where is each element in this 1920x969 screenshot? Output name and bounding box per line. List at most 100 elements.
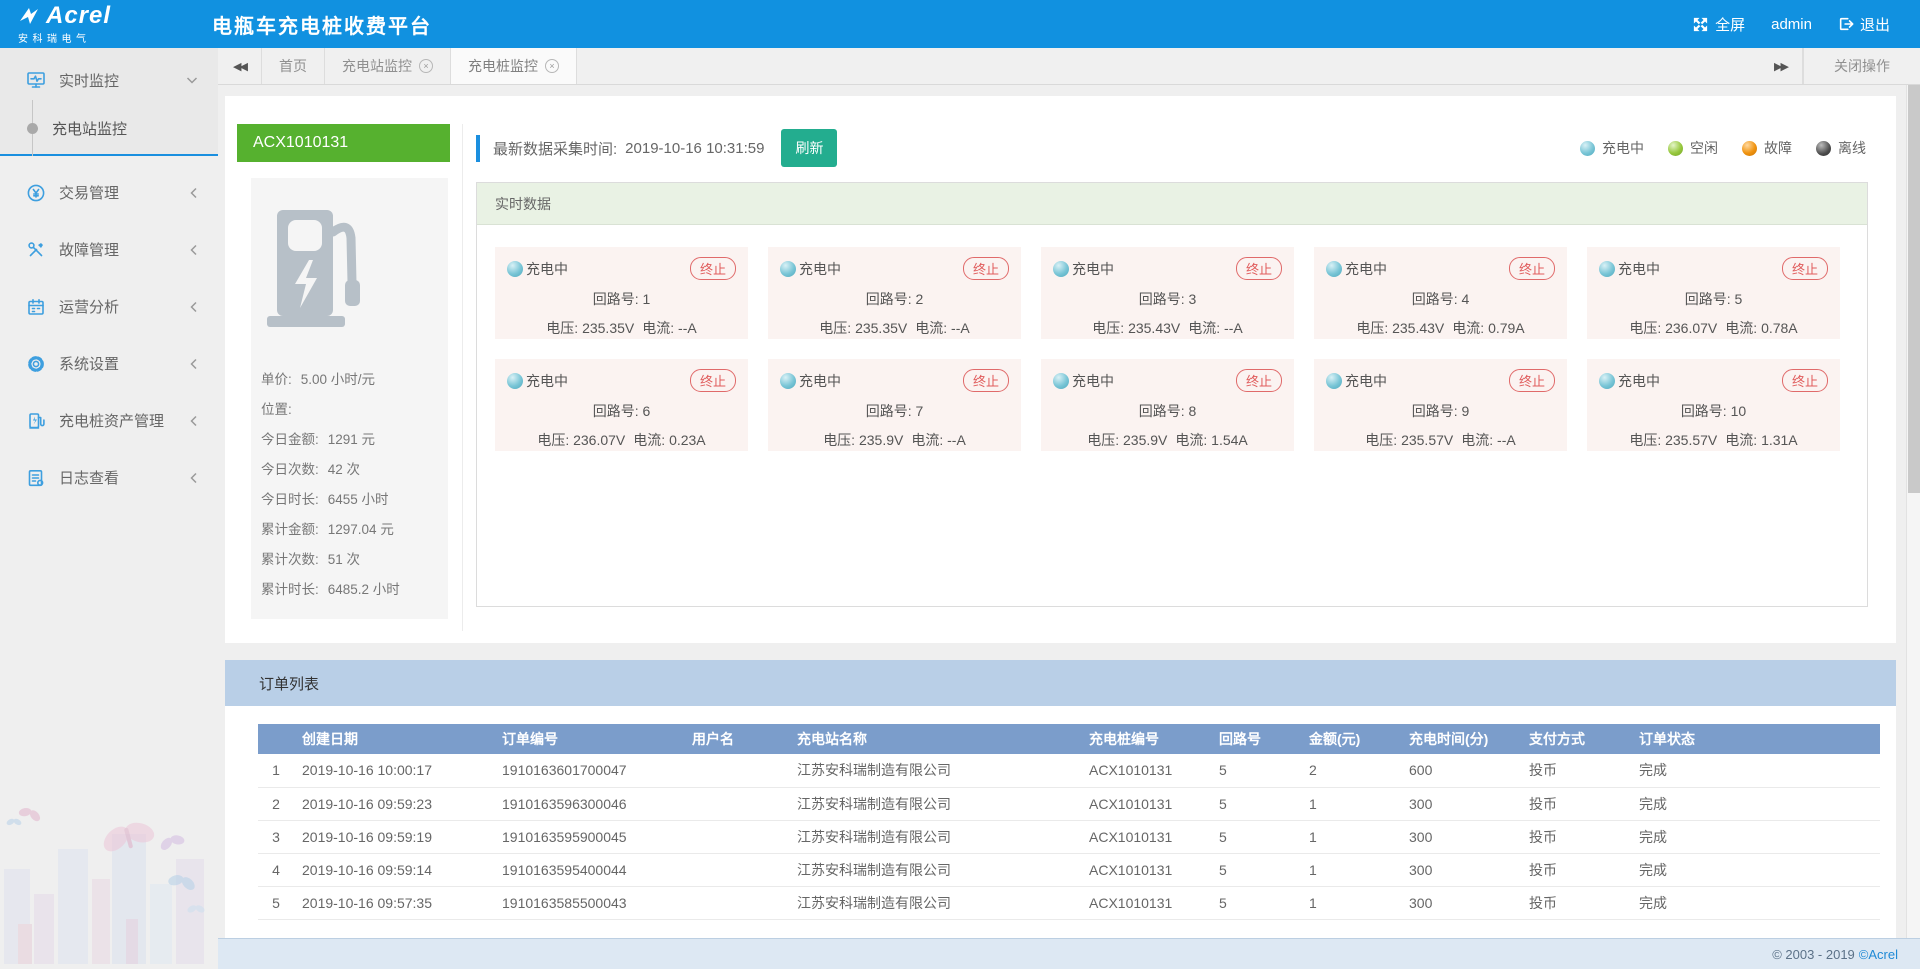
chevron-left-icon [189,187,198,199]
stat-today-amount: 今日金额:1291 元 [261,425,438,455]
sidebar-item-realtime-monitor[interactable]: 实时监控 [0,56,218,104]
orders-header-row: 创建日期 订单编号 用户名 充电站名称 充电桩编号 回路号 金额(元) 充电时间… [258,724,1880,754]
terminate-button[interactable]: 终止 [1236,257,1282,280]
logo-subtext: 安科瑞电气 [18,30,208,45]
double-arrow-right-icon: ▶▶ [1774,60,1787,73]
circuit-card-1: 充电中终止 回路号: 1 电压: 235.35V电流: --A [495,247,748,339]
terminate-button[interactable]: 终止 [1782,257,1828,280]
sidebar-subitem-label: 充电站监控 [52,118,127,139]
stat-unit-price: 单价:5.00 小时/元 [261,365,438,395]
orders-table: 创建日期 订单编号 用户名 充电站名称 充电桩编号 回路号 金额(元) 充电时间… [258,724,1880,920]
sidebar-item-label: 充电桩资产管理 [59,410,164,431]
tabs-scroll-back-button[interactable]: ◀◀ [218,48,262,84]
terminate-button[interactable]: 终止 [1236,369,1282,392]
col-circuit-no: 回路号 [1211,724,1301,754]
charging-pump-icon [261,204,438,341]
sidebar-group-realtime: 实时监控 充电站监控 [0,48,218,156]
status-legend: 充电中 空闲 故障 离线 [1580,138,1884,158]
circuit-card-4: 充电中终止 回路号: 4 电压: 235.43V电流: 0.79A [1314,247,1567,339]
sidebar-item-log-view[interactable]: 日志查看 [0,449,218,506]
tab-bar: ◀◀ 首页 充电站监控 × 充电桩监控 × ▶▶ 关闭操作 [218,48,1920,85]
scrollbar-thumb[interactable] [1908,85,1920,493]
circuit-card-10: 充电中终止 回路号: 10 电压: 235.57V电流: 1.31A [1587,359,1840,451]
collect-time-value: 2019-10-16 10:31:59 [625,140,764,157]
tab-home[interactable]: 首页 [262,48,325,84]
sidebar-item-label: 系统设置 [59,353,119,374]
vertical-scrollbar[interactable] [1906,85,1920,938]
fullscreen-button[interactable]: 全屏 [1684,14,1753,35]
stat-today-duration: 今日时长:6455 小时 [261,485,438,515]
chevron-left-icon [189,472,198,484]
circuit-card-8: 充电中终止 回路号: 8 电压: 235.9V电流: 1.54A [1041,359,1294,451]
charging-dot-icon [1599,373,1615,389]
sidebar-item-operation-analysis[interactable]: 运营分析 [0,278,218,335]
monitor-pulse-icon [26,70,46,90]
page-title: 电瓶车充电桩收费平台 [212,10,432,39]
col-create-date: 创建日期 [294,724,494,754]
sidebar-item-pile-asset-management[interactable]: 充电桩资产管理 [0,392,218,449]
close-operations-label: 关闭操作 [1834,56,1890,76]
logout-label: 退出 [1860,14,1890,35]
chevron-left-icon [189,301,198,313]
pile-monitor-panel: ACX1010131 单价:5.00 [225,96,1896,643]
stat-total-count: 累计次数:51 次 [261,545,438,575]
sidebar-item-fault-management[interactable]: 故障管理 [0,221,218,278]
acrel-logo-mark-icon [18,5,40,27]
tabs-scroll-forward-button[interactable]: ▶▶ [1759,48,1803,84]
username: admin [1771,16,1812,33]
city-butterfly-watermark [0,774,218,969]
stat-today-count: 今日次数:42 次 [261,455,438,485]
realtime-data-section: 实时数据 充电中终止 回路号: 1 电压: 235.35V电流: --A 充电中… [476,182,1868,607]
terminate-button[interactable]: 终止 [963,257,1009,280]
sidebar-item-label: 运营分析 [59,296,119,317]
terminate-button[interactable]: 终止 [963,369,1009,392]
sidebar-item-label: 日志查看 [59,467,119,488]
charging-dot-icon [1599,261,1615,277]
terminate-button[interactable]: 终止 [690,369,736,392]
circuit-card-7: 充电中终止 回路号: 7 电压: 235.9V电流: --A [768,359,1021,451]
double-arrow-left-icon: ◀◀ [233,60,246,73]
pile-stats-box: 单价:5.00 小时/元 位置: 今日金额:1291 元 今日次数:42 次 今… [251,178,448,619]
accent-bar [476,135,480,162]
charging-dot-icon [1053,373,1069,389]
copyright-text: © 2003 - 2019 [1772,947,1855,962]
col-index [258,724,294,754]
tab-label: 充电桩监控 [468,56,538,76]
acrel-link[interactable]: ©Acrel [1859,947,1898,962]
circuit-card-5: 充电中终止 回路号: 5 电压: 236.07V电流: 0.78A [1587,247,1840,339]
order-list-title: 订单列表 [225,660,1896,706]
tab-charging-pile-monitor[interactable]: 充电桩监控 × [451,48,577,84]
logo-text: Acrel [46,4,111,28]
sidebar-item-trade-management[interactable]: 交易管理 [0,164,218,221]
collect-time-label: 最新数据采集时间: [493,138,617,159]
idle-dot-icon [1668,141,1683,156]
terminate-button[interactable]: 终止 [690,257,736,280]
pile-info-column: ACX1010131 单价:5.00 [237,124,463,631]
terminate-button[interactable]: 终止 [1509,257,1555,280]
legend-fault: 故障 [1742,138,1792,158]
circuit-card-6: 充电中终止 回路号: 6 电压: 236.07V电流: 0.23A [495,359,748,451]
sidebar-item-system-settings[interactable]: 系统设置 [0,335,218,392]
order-list-panel: 订单列表 创建日期 订单编号 用 [225,660,1896,938]
charging-dot-icon [1326,373,1342,389]
col-station-name: 充电站名称 [789,724,1081,754]
charging-dot-icon [507,373,523,389]
subitem-dot-icon [27,123,38,134]
tab-charging-station-monitor[interactable]: 充电站监控 × [325,48,451,84]
terminate-button[interactable]: 终止 [1782,369,1828,392]
logout-button[interactable]: 退出 [1830,14,1898,35]
legend-idle: 空闲 [1668,138,1718,158]
user-menu[interactable]: admin [1763,16,1820,33]
col-order-no: 订单编号 [494,724,684,754]
fault-dot-icon [1742,141,1757,156]
sidebar-subitem-charging-station-monitor[interactable]: 充电站监控 [0,104,218,152]
tab-close-icon[interactable]: × [419,59,433,73]
logout-icon [1838,16,1854,32]
terminate-button[interactable]: 终止 [1509,369,1555,392]
sidebar-item-label: 实时监控 [59,70,119,91]
table-row: 2 2019-10-16 09:59:23 1910163596300046 江… [258,787,1880,820]
circuit-card-3: 充电中终止 回路号: 3 电压: 235.43V电流: --A [1041,247,1294,339]
close-operations-dropdown[interactable]: 关闭操作 [1803,48,1920,84]
tab-close-icon[interactable]: × [545,59,559,73]
refresh-button[interactable]: 刷新 [781,129,837,167]
